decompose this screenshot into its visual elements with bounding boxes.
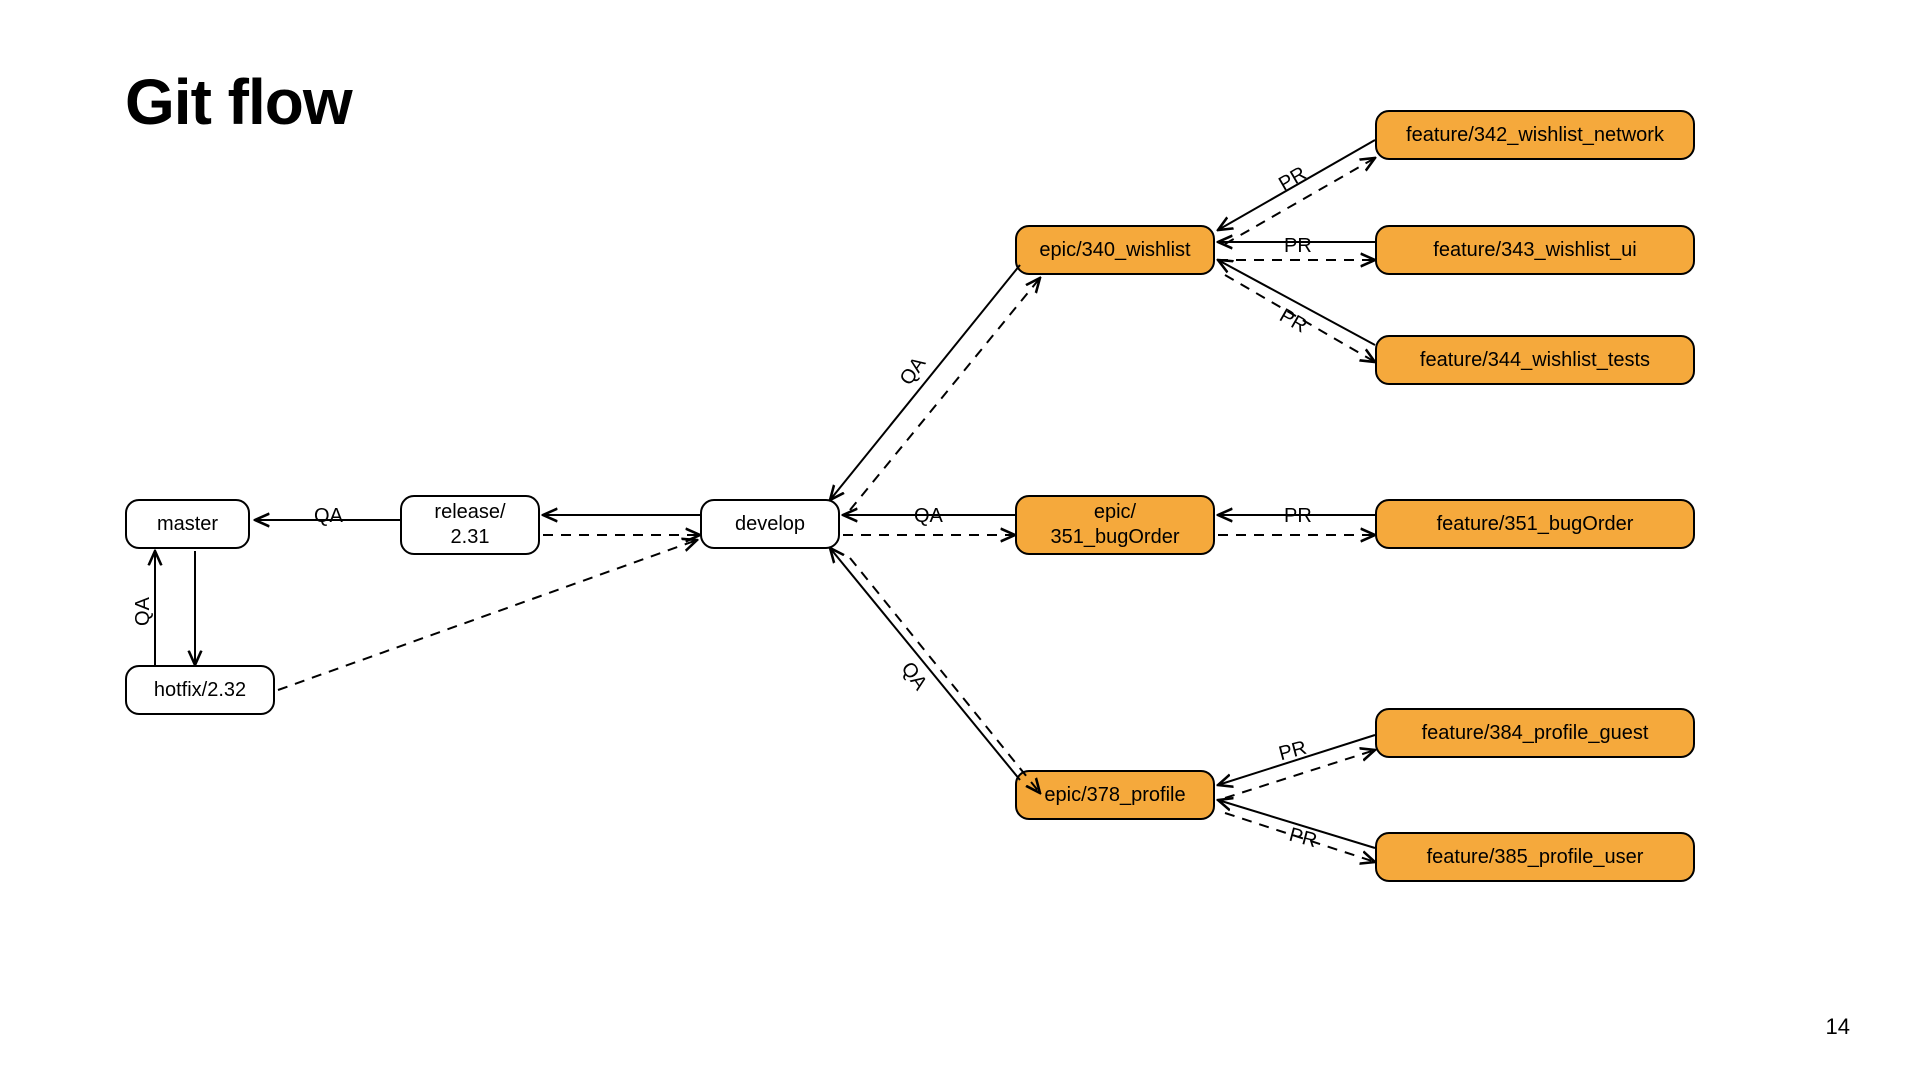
node-release: release/ 2.31 bbox=[400, 495, 540, 555]
node-epic-wishlist: epic/340_wishlist bbox=[1015, 225, 1215, 275]
node-feat-384: feature/384_profile_guest bbox=[1375, 708, 1695, 758]
label-pr-342: PR bbox=[1272, 161, 1315, 199]
label-pr-385: PR bbox=[1283, 823, 1324, 854]
node-hotfix: hotfix/2.32 bbox=[125, 665, 275, 715]
node-develop: develop bbox=[700, 499, 840, 549]
node-feat-351: feature/351_bugOrder bbox=[1375, 499, 1695, 549]
label-pr-344: PR bbox=[1272, 303, 1315, 341]
label-qa-master-hotfix: QA bbox=[132, 593, 155, 630]
node-feat-344: feature/344_wishlist_tests bbox=[1375, 335, 1695, 385]
label-qa-develop-wishlist: QA bbox=[893, 350, 933, 393]
label-qa-release-master: QA bbox=[310, 505, 347, 528]
label-pr-bugorder: PR bbox=[1280, 505, 1316, 528]
page-number: 14 bbox=[1826, 1014, 1850, 1040]
diagram-title: Git flow bbox=[125, 65, 352, 139]
label-qa-develop-bugorder: QA bbox=[910, 505, 947, 528]
node-feat-342: feature/342_wishlist_network bbox=[1375, 110, 1695, 160]
node-feat-343: feature/343_wishlist_ui bbox=[1375, 225, 1695, 275]
node-epic-bugorder: epic/ 351_bugOrder bbox=[1015, 495, 1215, 555]
label-qa-develop-profile: QA bbox=[893, 655, 933, 698]
label-pr-384: PR bbox=[1273, 736, 1314, 767]
node-master: master bbox=[125, 499, 250, 549]
node-epic-profile: epic/378_profile bbox=[1015, 770, 1215, 820]
label-pr-wishlist-ui: PR bbox=[1280, 235, 1316, 258]
node-feat-385: feature/385_profile_user bbox=[1375, 832, 1695, 882]
